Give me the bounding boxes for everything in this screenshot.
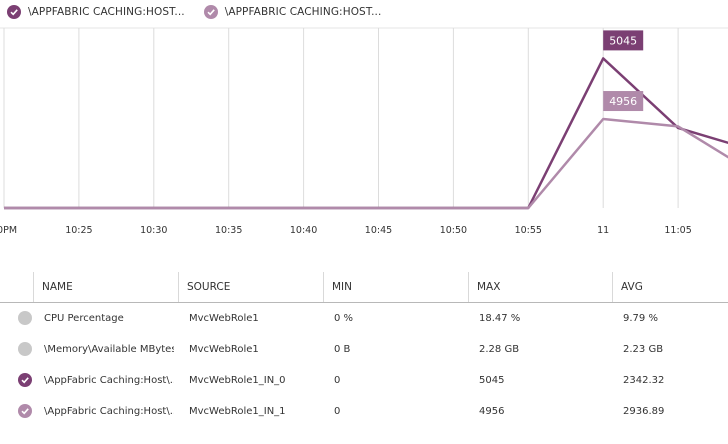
legend-label: \APPFABRIC CACHING:HOST... (28, 6, 185, 18)
line-chart: 20PM 10:25 10:30 10:35 10:40 10:45 10:50 10:55 1… (0, 27, 728, 236)
checkmark-icon (7, 5, 21, 19)
checkmark-icon (203, 5, 218, 19)
cell-name: \AppFabric Caching:Host\... (44, 406, 174, 417)
unchecked-circle-icon[interactable] (18, 342, 32, 356)
x-tick-label: 11:05 (664, 225, 691, 236)
x-tick-label: 20PM (0, 225, 17, 236)
cell-source: MvcWebRole1 (189, 344, 259, 355)
legend-item-series-1[interactable]: \APPFABRIC CACHING:HOST... (7, 5, 185, 19)
column-header-name[interactable]: NAME (33, 272, 178, 302)
x-tick-label: 10:30 (140, 225, 167, 236)
cell-avg: 9.79 % (623, 313, 658, 324)
cell-avg: 2342.32 (623, 375, 665, 386)
chart-legend: \APPFABRIC CACHING:HOST... \APPFABRIC CA… (0, 0, 393, 24)
x-tick-label: 11 (597, 225, 609, 236)
cell-max: 2.28 GB (479, 344, 520, 355)
cell-name: CPU Percentage (44, 313, 124, 324)
column-header-min[interactable]: MIN (323, 272, 468, 302)
cell-max: 5045 (479, 375, 505, 386)
checkmark-icon[interactable] (18, 404, 32, 418)
x-tick-label: 10:50 (440, 225, 467, 236)
table-body: CPU Percentage MvcWebRole1 0 % 18.47 % 9.79 … (0, 303, 728, 427)
cell-name: \AppFabric Caching:Host\... (44, 375, 174, 386)
cell-max: 4956 (479, 406, 505, 417)
table-row[interactable]: \AppFabric Caching:Host\... MvcWebRole1_I… (0, 396, 728, 427)
metrics-table: NAME SOURCE MIN MAX AVG CPU Percentage Mv… (0, 272, 728, 427)
table-row[interactable]: \Memory\Available MBytes MvcWebRole1 0 B 2.… (0, 334, 728, 365)
cell-avg: 2.23 GB (623, 344, 664, 355)
column-header-source[interactable]: SOURCE (178, 272, 324, 302)
cell-source: MvcWebRole1 (189, 313, 259, 324)
legend-item-series-2[interactable]: \APPFABRIC CACHING:HOST... (203, 5, 382, 19)
legend-label: \APPFABRIC CACHING:HOST... (224, 6, 382, 18)
x-tick-label: 10:25 (65, 225, 92, 236)
column-header-max[interactable]: MAX (468, 272, 613, 302)
x-tick-label: 10:55 (515, 225, 542, 236)
table-row[interactable]: CPU Percentage MvcWebRole1 0 % 18.47 % 9.79 … (0, 303, 728, 334)
table-row[interactable]: \AppFabric Caching:Host\... MvcWebRole1_I… (0, 365, 728, 396)
cell-source: MvcWebRole1_IN_0 (189, 375, 286, 386)
data-label: 5045 (609, 34, 637, 47)
cell-min: 0 B (334, 344, 351, 355)
cell-source: MvcWebRole1_IN_1 (189, 406, 286, 417)
cell-max: 18.47 % (479, 313, 521, 324)
table-header: NAME SOURCE MIN MAX AVG (0, 272, 728, 303)
cell-name: \Memory\Available MBytes (44, 344, 174, 355)
data-label: 4956 (609, 95, 637, 108)
cell-min: 0 % (334, 313, 354, 324)
series-line-1 (4, 57, 728, 210)
x-tick-label: 10:45 (365, 225, 392, 236)
unchecked-circle-icon[interactable] (18, 311, 32, 325)
x-tick-label: 10:40 (290, 225, 317, 236)
column-header-avg[interactable]: AVG (612, 272, 728, 302)
cell-min: 0 (334, 375, 341, 386)
cell-min: 0 (334, 406, 341, 417)
cell-avg: 2936.89 (623, 406, 665, 417)
series-line-2 (4, 117, 728, 210)
checkmark-icon[interactable] (18, 373, 32, 387)
x-tick-label: 10:35 (215, 225, 242, 236)
